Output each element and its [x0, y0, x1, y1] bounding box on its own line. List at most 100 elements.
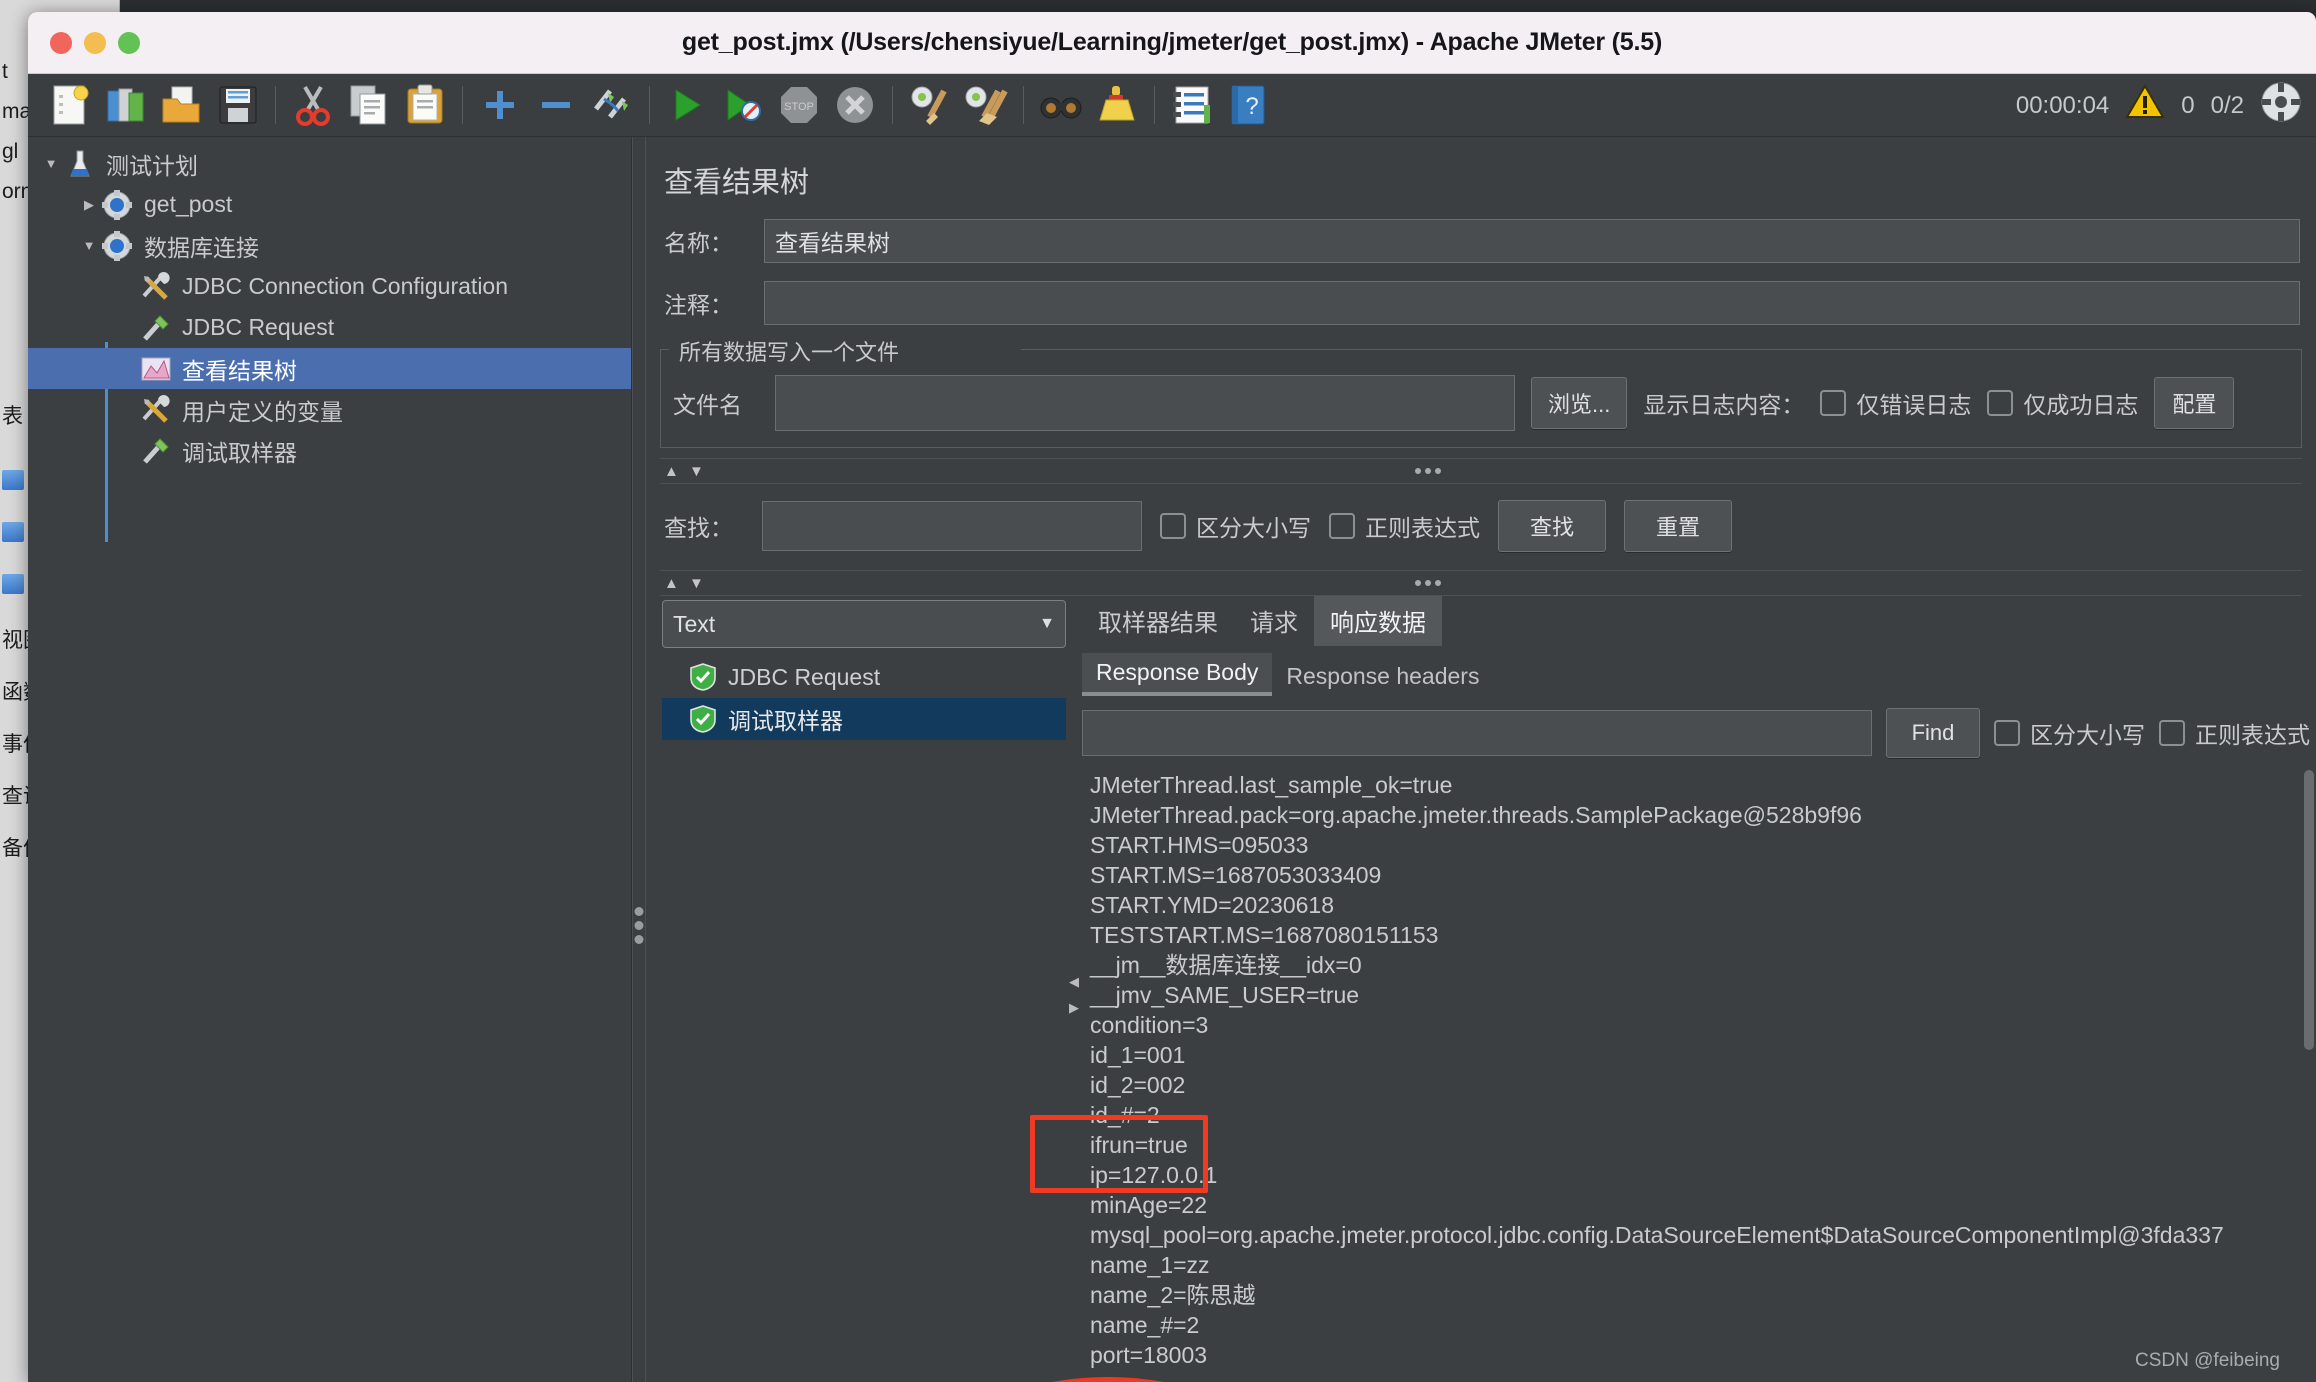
response-find-input[interactable] — [1082, 710, 1872, 756]
find-button[interactable]: 查找 — [1498, 500, 1606, 552]
scrollbar-thumb[interactable] — [2304, 770, 2314, 1050]
tab-sampler-result[interactable]: 取样器结果 — [1082, 595, 1234, 646]
checkbox-icon[interactable] — [1820, 390, 1847, 416]
checkbox-icon[interactable] — [1994, 720, 2020, 746]
lower-splitter-bar[interactable]: ▲ ▼ — [660, 570, 2302, 596]
copy-icon[interactable] — [343, 79, 395, 131]
start-no-timers-icon[interactable] — [717, 79, 769, 131]
tree-item-view-results-tree[interactable]: 查看结果树 — [28, 348, 632, 389]
clear-icon[interactable] — [904, 79, 956, 131]
search-icon[interactable] — [1035, 79, 1087, 131]
results-detail-split: Text ▼ JDBC Request 调试取样器 ◀ ▶ 取样器结果 请求 响… — [646, 595, 2316, 1382]
tree-item-jdbc-request[interactable]: JDBC Request — [28, 307, 631, 348]
checkbox-icon[interactable] — [2159, 720, 2185, 746]
list-item[interactable]: JDBC Request — [662, 656, 1066, 698]
close-window-button[interactable] — [50, 32, 72, 54]
name-label: 名称： — [664, 230, 733, 256]
search-case-sensitive-checkbox[interactable]: 区分大小写 — [1160, 509, 1311, 543]
toggle-icon[interactable] — [586, 79, 638, 131]
shutdown-icon[interactable] — [829, 79, 881, 131]
response-line-name-2: name_2=陈思越 — [1090, 1282, 1256, 1308]
save-icon[interactable] — [212, 79, 264, 131]
threads-gauge-icon[interactable] — [2260, 81, 2302, 130]
case-sensitive-label: 区分大小写 — [2030, 722, 2145, 748]
tree-item-jdbc-connection-configuration[interactable]: JDBC Connection Configuration — [28, 266, 631, 307]
checkbox-icon[interactable] — [1160, 513, 1186, 539]
list-item[interactable]: 调试取样器 — [662, 698, 1066, 740]
filename-input[interactable] — [775, 375, 1515, 431]
filename-row: 文件名 浏览... 显示日志内容： 仅错误日志 仅成功日志 配置 — [673, 375, 2289, 431]
subtab-response-headers[interactable]: Response headers — [1272, 657, 1493, 696]
success-shield-icon — [690, 663, 716, 691]
name-input[interactable]: 查看结果树 — [764, 219, 2300, 263]
toolbar-group-run: STOP — [659, 79, 883, 131]
elapsed-time: 00:00:04 — [2015, 91, 2110, 119]
expand-all-icon[interactable] — [474, 79, 526, 131]
zoom-window-button[interactable] — [118, 32, 140, 54]
stop-icon[interactable]: STOP — [773, 79, 825, 131]
browse-button[interactable]: 浏览... — [1531, 377, 1628, 429]
function-helper-icon[interactable] — [1166, 79, 1218, 131]
paste-icon[interactable] — [399, 79, 451, 131]
reset-search-icon[interactable] — [1091, 79, 1143, 131]
renderer-selected-value: Text — [673, 610, 716, 637]
splitter-arrows-icon[interactable]: ▲ ▼ — [660, 463, 707, 480]
chevron-down-icon[interactable]: ▼ — [76, 238, 102, 253]
response-case-sensitive-checkbox[interactable]: 区分大小写 — [1994, 716, 2145, 750]
tree-item-debug-sampler[interactable]: 调试取样器 — [28, 430, 631, 471]
upper-splitter-bar[interactable]: ▲ ▼ — [660, 458, 2302, 484]
collapse-left-arrow-icon[interactable]: ◀ — [1069, 974, 1079, 990]
tree-item-user-defined-variables[interactable]: 用户定义的变量 — [28, 389, 631, 430]
tab-response-data[interactable]: 响应数据 — [1314, 595, 1442, 646]
errors-only-checkbox[interactable]: 仅错误日志 — [1820, 386, 1971, 420]
tree-item-get-post[interactable]: ▶ get_post — [28, 184, 631, 225]
comment-input[interactable] — [764, 281, 2300, 325]
bg-icon-2 — [2, 574, 24, 594]
checkbox-icon[interactable] — [1329, 513, 1355, 539]
splitter-arrows-icon[interactable]: ▲ ▼ — [660, 575, 707, 592]
response-regex-checkbox[interactable]: 正则表达式 — [2159, 716, 2310, 750]
results-detail-splitter[interactable]: ◀ ▶ — [1066, 600, 1082, 1382]
chevron-down-icon[interactable]: ▼ — [38, 156, 64, 171]
search-input[interactable] — [762, 501, 1142, 551]
tree-item-database-connection[interactable]: ▼ 数据库连接 — [28, 225, 631, 266]
collapse-right-arrow-icon[interactable]: ▶ — [1069, 1000, 1079, 1016]
cut-icon[interactable] — [287, 79, 339, 131]
help-icon[interactable]: ? — [1222, 79, 1274, 131]
toolbar: STOP ? 00:00:04 0 0/2 — [28, 74, 2316, 137]
group-legend: 所有数据写入一个文件 — [671, 335, 908, 367]
response-body-text[interactable]: JMeterThread.last_sample_ok=true JMeterT… — [1082, 770, 2316, 1382]
clear-all-icon[interactable] — [960, 79, 1012, 131]
response-scrollbar[interactable] — [2302, 770, 2316, 1382]
chevron-right-icon[interactable]: ▶ — [76, 197, 102, 213]
success-only-checkbox[interactable]: 仅成功日志 — [1987, 386, 2138, 420]
start-icon[interactable] — [661, 79, 713, 131]
renderer-select[interactable]: Text ▼ — [662, 600, 1066, 648]
bg-text-2: gl — [2, 140, 19, 163]
warning-triangle-icon[interactable] — [2125, 84, 2166, 127]
subtab-response-body[interactable]: Response Body — [1082, 653, 1273, 696]
splitter-grip[interactable] — [1415, 468, 1442, 474]
tab-request[interactable]: 请求 — [1234, 595, 1314, 646]
splitter-grip[interactable] — [1415, 580, 1442, 586]
sampler-results-list[interactable]: JDBC Request 调试取样器 — [662, 656, 1066, 740]
search-regex-checkbox[interactable]: 正则表达式 — [1329, 509, 1480, 543]
tree-content-splitter[interactable] — [632, 137, 646, 1382]
checkbox-icon[interactable] — [1987, 390, 2014, 416]
configure-button[interactable]: 配置 — [2154, 377, 2235, 429]
test-plan-icon — [64, 149, 98, 179]
tree-item-test-plan[interactable]: ▼ 测试计划 — [28, 143, 631, 184]
reset-button[interactable]: 重置 — [1624, 500, 1732, 552]
response-line: __jmv_SAME_USER=true — [1090, 982, 1360, 1008]
minimize-window-button[interactable] — [84, 32, 106, 54]
collapse-all-icon[interactable] — [530, 79, 582, 131]
chevron-down-icon[interactable]: ▼ — [1039, 615, 1055, 633]
new-icon[interactable] — [44, 79, 96, 131]
open-icon[interactable] — [156, 79, 208, 131]
thread-group-icon — [102, 189, 136, 220]
tree-item-label: 调试取样器 — [182, 439, 297, 466]
test-plan-tree[interactable]: ▼ 测试计划 ▶ get_post ▼ 数据库连接 JDBC Connectio… — [28, 137, 633, 1382]
response-find-button[interactable]: Find — [1886, 708, 1980, 758]
templates-icon[interactable] — [100, 79, 152, 131]
splitter-grip[interactable] — [634, 907, 644, 944]
